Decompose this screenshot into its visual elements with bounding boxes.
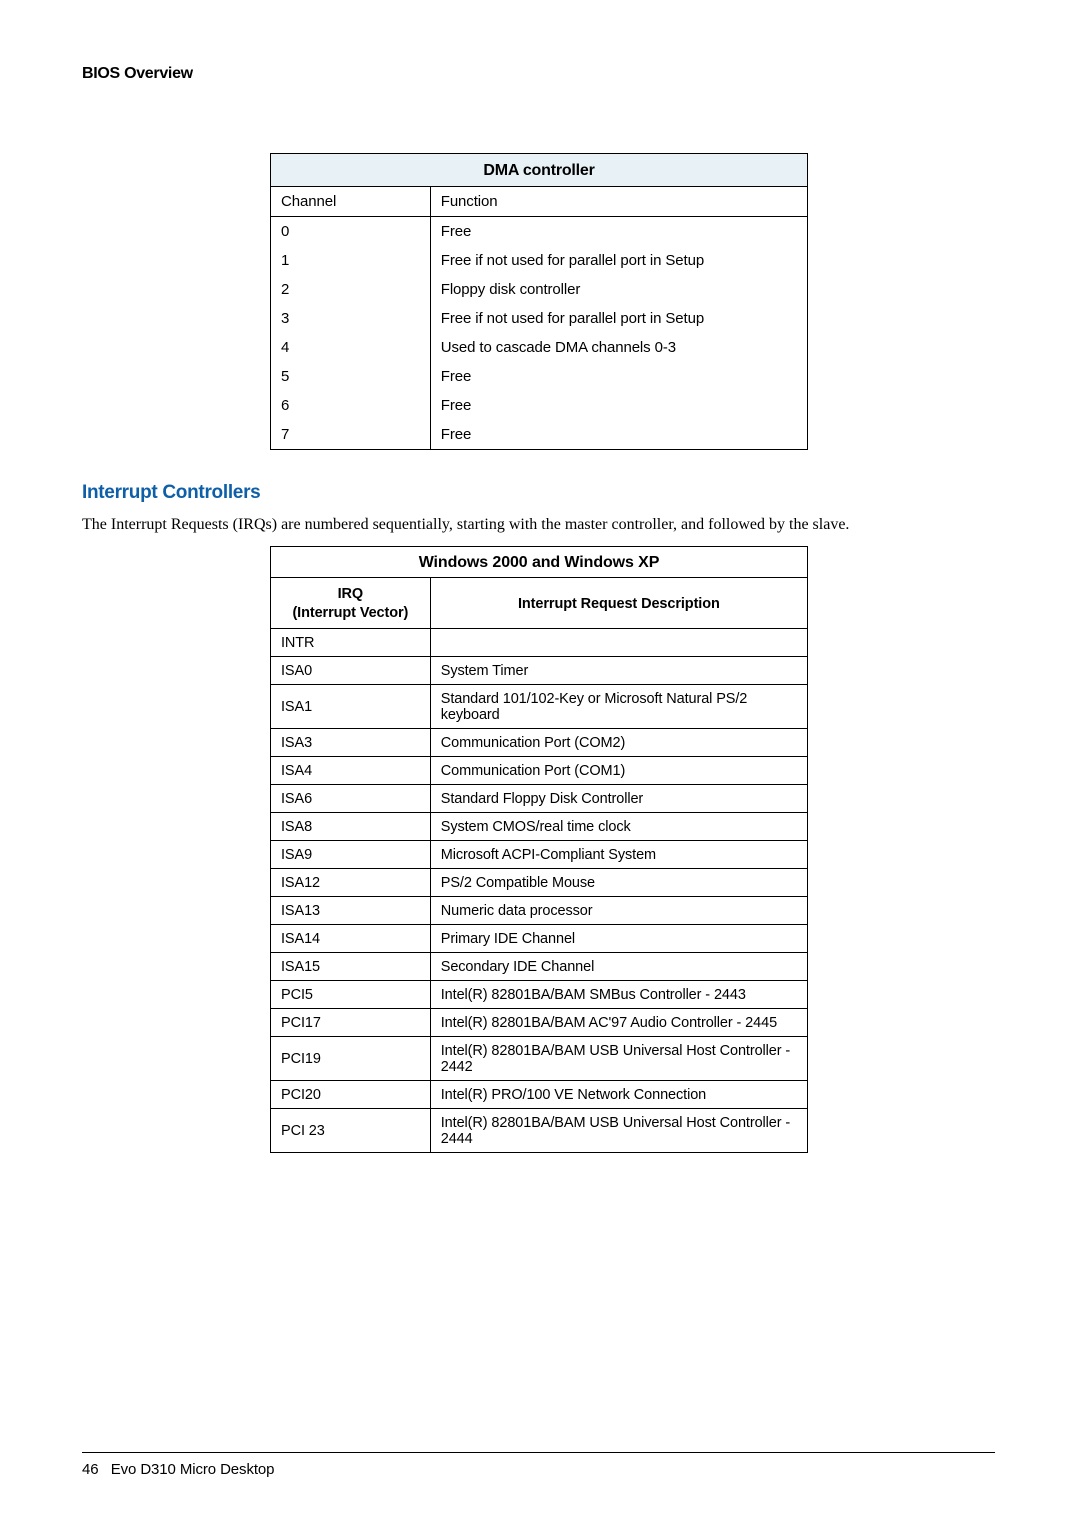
dma-channel: 2 [271, 275, 431, 304]
irq-desc: Intel(R) 82801BA/BAM USB Universal Host … [430, 1109, 807, 1153]
irq-cell: PCI 23 [271, 1109, 431, 1153]
table-row: 5 Free [271, 362, 808, 391]
irq-desc: System Timer [430, 657, 807, 685]
irq-desc: PS/2 Compatible Mouse [430, 869, 807, 897]
dma-channel: 4 [271, 333, 431, 362]
irq-cell: ISA13 [271, 897, 431, 925]
irq-col-header-desc: Interrupt Request Description [430, 578, 807, 629]
table-row: PCI 23Intel(R) 82801BA/BAM USB Universal… [271, 1109, 808, 1153]
table-row: PCI5Intel(R) 82801BA/BAM SMBus Controlle… [271, 981, 808, 1009]
dma-function: Used to cascade DMA channels 0-3 [430, 333, 807, 362]
page-footer: 46 Evo D310 Micro Desktop [82, 1452, 995, 1478]
table-row: ISA3Communication Port (COM2) [271, 729, 808, 757]
irq-desc [430, 629, 807, 657]
irq-cell: PCI17 [271, 1009, 431, 1037]
irq-desc: Intel(R) 82801BA/BAM USB Universal Host … [430, 1037, 807, 1081]
table-row: 6 Free [271, 391, 808, 420]
irq-cell: ISA6 [271, 785, 431, 813]
irq-table-container: Windows 2000 and Windows XP IRQ (Interru… [270, 546, 995, 1153]
footer-doc-title: Evo D310 Micro Desktop [111, 1461, 275, 1478]
section-heading: Interrupt Controllers [82, 482, 995, 504]
dma-col-header-channel: Channel [271, 187, 431, 217]
irq-desc: Primary IDE Channel [430, 925, 807, 953]
irq-desc: System CMOS/real time clock [430, 813, 807, 841]
irq-desc: Communication Port (COM2) [430, 729, 807, 757]
table-row: ISA8System CMOS/real time clock [271, 813, 808, 841]
table-row: ISA4Communication Port (COM1) [271, 757, 808, 785]
irq-desc: Intel(R) 82801BA/BAM AC'97 Audio Control… [430, 1009, 807, 1037]
table-row: 7 Free [271, 420, 808, 450]
irq-col-header-irq: IRQ (Interrupt Vector) [271, 578, 431, 629]
table-row: 1 Free if not used for parallel port in … [271, 246, 808, 275]
irq-cell: INTR [271, 629, 431, 657]
dma-channel: 1 [271, 246, 431, 275]
dma-channel: 6 [271, 391, 431, 420]
irq-col-header-irq-line2: (Interrupt Vector) [292, 605, 408, 621]
table-row: INTR [271, 629, 808, 657]
table-row: ISA15Secondary IDE Channel [271, 953, 808, 981]
irq-cell: PCI19 [271, 1037, 431, 1081]
table-row: ISA6Standard Floppy Disk Controller [271, 785, 808, 813]
page-number: 46 [82, 1461, 99, 1478]
table-row: PCI19Intel(R) 82801BA/BAM USB Universal … [271, 1037, 808, 1081]
dma-channel: 3 [271, 304, 431, 333]
irq-col-header-irq-line1: IRQ [338, 586, 363, 602]
irq-cell: ISA8 [271, 813, 431, 841]
dma-function: Free if not used for parallel port in Se… [430, 246, 807, 275]
dma-function: Free if not used for parallel port in Se… [430, 304, 807, 333]
irq-cell: PCI20 [271, 1081, 431, 1109]
irq-desc: Microsoft ACPI-Compliant System [430, 841, 807, 869]
irq-cell: ISA1 [271, 685, 431, 729]
page-header-title: BIOS Overview [82, 65, 995, 83]
table-row: ISA0System Timer [271, 657, 808, 685]
table-row: 2 Floppy disk controller [271, 275, 808, 304]
irq-desc: Secondary IDE Channel [430, 953, 807, 981]
section-paragraph: The Interrupt Requests (IRQs) are number… [82, 514, 995, 536]
table-row: ISA14Primary IDE Channel [271, 925, 808, 953]
irq-desc: Communication Port (COM1) [430, 757, 807, 785]
dma-channel: 0 [271, 217, 431, 247]
dma-col-header-function: Function [430, 187, 807, 217]
table-row: 3 Free if not used for parallel port in … [271, 304, 808, 333]
irq-cell: PCI5 [271, 981, 431, 1009]
irq-desc: Intel(R) 82801BA/BAM SMBus Controller - … [430, 981, 807, 1009]
irq-cell: ISA15 [271, 953, 431, 981]
irq-desc: Standard Floppy Disk Controller [430, 785, 807, 813]
table-row: ISA9Microsoft ACPI-Compliant System [271, 841, 808, 869]
irq-desc: Intel(R) PRO/100 VE Network Connection [430, 1081, 807, 1109]
dma-function: Free [430, 420, 807, 450]
table-row: PCI17Intel(R) 82801BA/BAM AC'97 Audio Co… [271, 1009, 808, 1037]
irq-cell: ISA4 [271, 757, 431, 785]
irq-desc: Standard 101/102-Key or Microsoft Natura… [430, 685, 807, 729]
irq-cell: ISA14 [271, 925, 431, 953]
irq-cell: ISA0 [271, 657, 431, 685]
irq-table: Windows 2000 and Windows XP IRQ (Interru… [270, 546, 808, 1153]
irq-cell: ISA12 [271, 869, 431, 897]
table-row: ISA12PS/2 Compatible Mouse [271, 869, 808, 897]
irq-cell: ISA9 [271, 841, 431, 869]
table-row: ISA1Standard 101/102-Key or Microsoft Na… [271, 685, 808, 729]
irq-table-caption: Windows 2000 and Windows XP [271, 547, 808, 578]
dma-function: Free [430, 362, 807, 391]
table-row: ISA13Numeric data processor [271, 897, 808, 925]
dma-table-caption: DMA controller [271, 154, 808, 187]
dma-channel: 5 [271, 362, 431, 391]
table-row: 0 Free [271, 217, 808, 247]
dma-table-container: DMA controller Channel Function 0 Free 1… [270, 153, 995, 450]
table-row: 4 Used to cascade DMA channels 0-3 [271, 333, 808, 362]
table-row: PCI20Intel(R) PRO/100 VE Network Connect… [271, 1081, 808, 1109]
irq-cell: ISA3 [271, 729, 431, 757]
dma-function: Free [430, 391, 807, 420]
dma-table: DMA controller Channel Function 0 Free 1… [270, 153, 808, 450]
dma-channel: 7 [271, 420, 431, 450]
dma-function: Floppy disk controller [430, 275, 807, 304]
dma-function: Free [430, 217, 807, 247]
irq-desc: Numeric data processor [430, 897, 807, 925]
